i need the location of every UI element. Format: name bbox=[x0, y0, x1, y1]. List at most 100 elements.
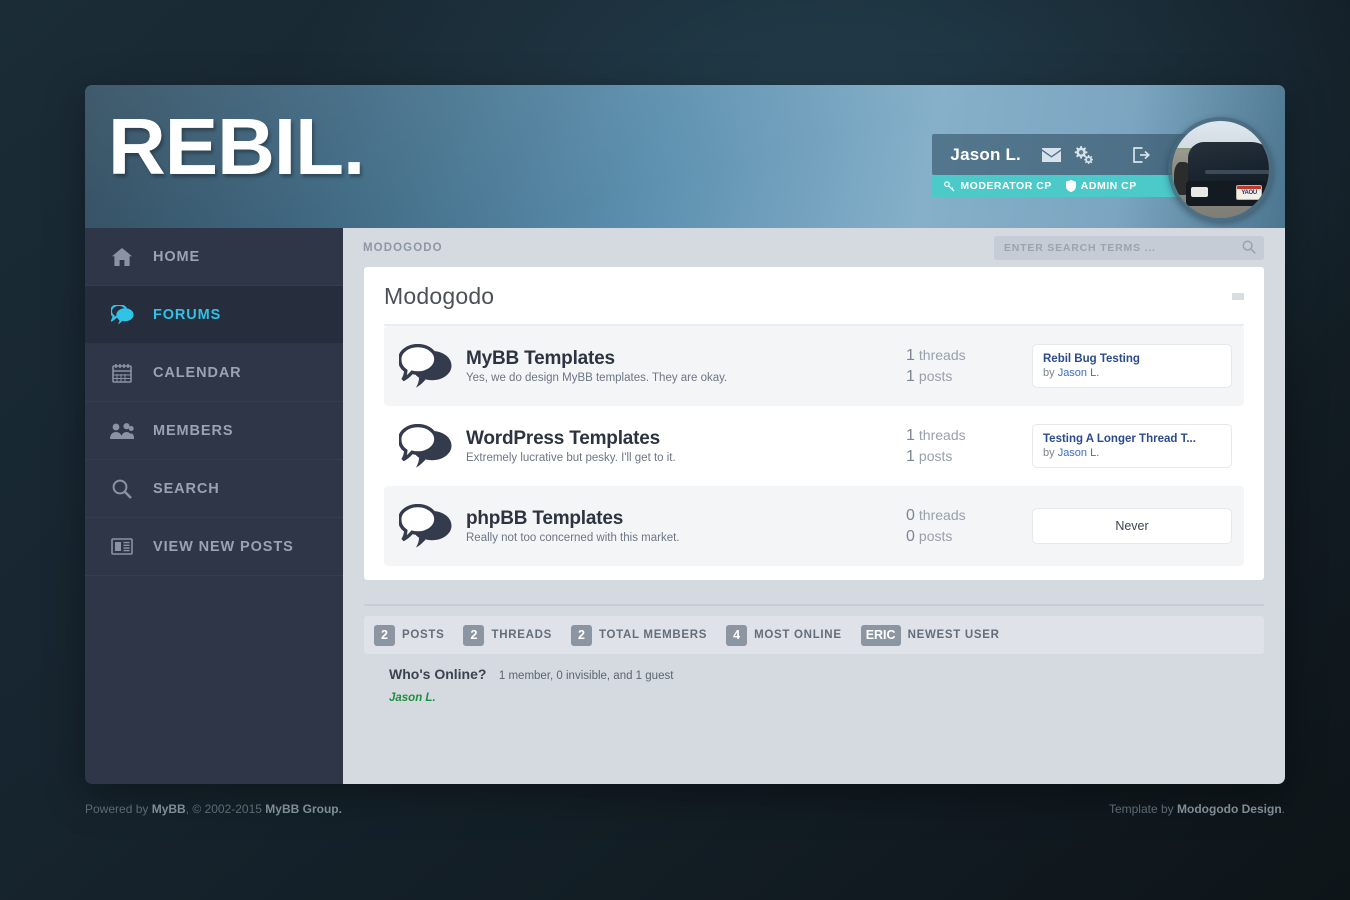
stat-most-online-value: 4 bbox=[726, 624, 748, 646]
footer-mybb-link[interactable]: MyBB bbox=[152, 802, 186, 816]
forum-thread-count: 0 bbox=[906, 507, 915, 524]
forum-post-label: posts bbox=[918, 528, 953, 544]
last-post-title[interactable]: Testing A Longer Thread T... bbox=[1043, 432, 1221, 446]
stat-total-members-value: 2 bbox=[570, 624, 592, 646]
speech-bubbles-icon bbox=[109, 304, 135, 325]
footer-mybb-group-link[interactable]: MyBB Group. bbox=[265, 802, 342, 816]
admin-cp-link[interactable]: ADMIN CP bbox=[1065, 180, 1137, 192]
site-header: REBIL. Jason L. MODERATOR CP ADMIN CP YA… bbox=[85, 85, 1285, 228]
admin-cp-label: ADMIN CP bbox=[1080, 180, 1137, 192]
avatar-license-plate: YAOU bbox=[1236, 185, 1263, 200]
forum-speech-bubbles-icon bbox=[394, 424, 458, 468]
last-post-title[interactable]: Rebil Bug Testing bbox=[1043, 352, 1221, 366]
moderator-cp-label: MODERATOR CP bbox=[960, 180, 1052, 192]
page-body: HOME FORUMS CALENDAR MEMBERS SEARCH VIEW… bbox=[85, 228, 1285, 784]
forum-title[interactable]: WordPress Templates bbox=[466, 428, 892, 450]
forum-thread-label: threads bbox=[918, 507, 966, 523]
last-post-byline: by Jason L. bbox=[1043, 366, 1221, 380]
key-icon bbox=[944, 180, 955, 192]
sidebar-item-members[interactable]: MEMBERS bbox=[85, 402, 343, 460]
last-post-byline: by Jason L. bbox=[1043, 446, 1221, 460]
site-container: REBIL. Jason L. MODERATOR CP ADMIN CP YA… bbox=[85, 85, 1285, 784]
forum-thread-label: threads bbox=[918, 347, 966, 363]
footer-right: Template by Modogodo Design. bbox=[1109, 802, 1285, 816]
user-panel: Jason L. MODERATOR CP ADMIN CP bbox=[932, 134, 1203, 197]
board-stats-bar: 2 POSTS 2 THREADS 2 TOTAL MEMBERS 4 MOST… bbox=[364, 616, 1264, 654]
forum-title[interactable]: MyBB Templates bbox=[466, 348, 892, 370]
home-icon bbox=[109, 247, 135, 266]
forum-post-label: posts bbox=[918, 368, 953, 384]
stat-threads-value: 2 bbox=[463, 624, 485, 646]
sidebar-label-search: SEARCH bbox=[153, 480, 220, 497]
control-panel-bar: MODERATOR CP ADMIN CP bbox=[932, 175, 1203, 197]
page-footer: Powered by MyBB, © 2002-2015 MyBB Group.… bbox=[85, 802, 1285, 816]
user-bar: Jason L. bbox=[932, 134, 1203, 175]
stat-total-members: 2 TOTAL MEMBERS bbox=[570, 624, 707, 646]
forum-speech-bubbles-icon bbox=[394, 504, 458, 548]
shield-icon bbox=[1065, 180, 1076, 192]
stat-newest-user-label: NEWEST USER bbox=[907, 629, 1000, 641]
cogs-icon[interactable] bbox=[1069, 144, 1097, 166]
forum-info: phpBB Templates Really not too concerned… bbox=[458, 508, 892, 545]
forum-post-label: posts bbox=[918, 448, 953, 464]
sidebar-item-forums[interactable]: FORUMS bbox=[85, 286, 343, 344]
footer-modogodo-link[interactable]: Modogodo Design bbox=[1177, 802, 1282, 816]
collapse-toggle-button[interactable] bbox=[1232, 293, 1244, 300]
stat-most-online: 4 MOST ONLINE bbox=[726, 624, 842, 646]
sidebar-label-home: HOME bbox=[153, 248, 201, 265]
search-icon[interactable] bbox=[1242, 239, 1256, 259]
footer-left: Powered by MyBB, © 2002-2015 MyBB Group. bbox=[85, 802, 342, 816]
forum-row[interactable]: WordPress Templates Extremely lucrative … bbox=[384, 406, 1244, 486]
forum-description: Extremely lucrative but pesky. I'll get … bbox=[466, 452, 676, 465]
forum-thread-count: 1 bbox=[906, 347, 915, 364]
sidebar-item-home[interactable]: HOME bbox=[85, 228, 343, 286]
forum-post-count: 1 bbox=[906, 368, 915, 385]
forum-last-post: Never bbox=[1032, 508, 1232, 544]
forum-post-count: 1 bbox=[906, 448, 915, 465]
forum-category-card: Modogodo MyBB Templates Yes, we do desig… bbox=[364, 267, 1264, 580]
avatar-car-hood bbox=[1205, 170, 1269, 174]
sidebar-item-calendar[interactable]: CALENDAR bbox=[85, 344, 343, 402]
footer-copyright: , © 2002-2015 bbox=[185, 802, 266, 816]
logout-icon[interactable] bbox=[1127, 144, 1155, 166]
avatar-fog-light bbox=[1191, 186, 1208, 197]
stat-newest-user: ERIC NEWEST USER bbox=[860, 624, 1000, 646]
board-stats-section: 2 POSTS 2 THREADS 2 TOTAL MEMBERS 4 MOST… bbox=[364, 604, 1264, 704]
footer-template-prefix: Template by bbox=[1108, 802, 1177, 816]
forum-thread-label: threads bbox=[918, 427, 966, 443]
stat-threads-label: THREADS bbox=[491, 629, 552, 641]
stat-posts-value: 2 bbox=[374, 624, 395, 646]
username-label[interactable]: Jason L. bbox=[950, 145, 1021, 165]
sidebar-label-forums: FORUMS bbox=[153, 306, 222, 323]
stat-newest-user-value[interactable]: ERIC bbox=[860, 624, 901, 646]
forum-title[interactable]: phpBB Templates bbox=[466, 508, 892, 530]
site-logo[interactable]: REBIL. bbox=[108, 107, 365, 187]
moderator-cp-link[interactable]: MODERATOR CP bbox=[944, 180, 1051, 192]
sidebar-label-members: MEMBERS bbox=[153, 422, 234, 439]
forum-last-post: Rebil Bug Testing by Jason L. bbox=[1032, 344, 1232, 388]
users-icon bbox=[109, 422, 135, 440]
magnifier-icon bbox=[109, 479, 135, 499]
sidebar-label-view-new-posts: VIEW NEW POSTS bbox=[153, 538, 294, 555]
breadcrumb[interactable]: MODOGODO bbox=[363, 242, 443, 254]
envelope-icon[interactable] bbox=[1037, 144, 1065, 166]
search-input[interactable] bbox=[994, 235, 1264, 260]
whos-online-summary: 1 member, 0 invisible, and 1 guest bbox=[498, 670, 674, 682]
forum-info: WordPress Templates Extremely lucrative … bbox=[458, 428, 892, 465]
forum-info: MyBB Templates Yes, we do design MyBB te… bbox=[458, 348, 892, 385]
forum-row[interactable]: phpBB Templates Really not too concerned… bbox=[384, 486, 1244, 566]
sidebar-nav: HOME FORUMS CALENDAR MEMBERS SEARCH VIEW… bbox=[85, 228, 343, 784]
calendar-icon bbox=[109, 363, 135, 383]
last-post-author[interactable]: Jason L. bbox=[1058, 367, 1100, 379]
sidebar-item-view-new-posts[interactable]: VIEW NEW POSTS bbox=[85, 518, 343, 576]
sidebar-item-search[interactable]: SEARCH bbox=[85, 460, 343, 518]
footer-powered-prefix: Powered by bbox=[85, 802, 152, 816]
content-topbar: MODOGODO bbox=[343, 228, 1285, 267]
last-post-by-prefix: by bbox=[1043, 447, 1055, 459]
avatar[interactable]: YAOU bbox=[1168, 117, 1273, 222]
last-post-author[interactable]: Jason L. bbox=[1058, 447, 1100, 459]
whos-online-member[interactable]: Jason L. bbox=[389, 692, 1239, 704]
forum-last-post: Testing A Longer Thread T... by Jason L. bbox=[1032, 424, 1232, 468]
avatar-plate-text: YAOU bbox=[1241, 190, 1257, 197]
forum-row[interactable]: MyBB Templates Yes, we do design MyBB te… bbox=[384, 326, 1244, 406]
